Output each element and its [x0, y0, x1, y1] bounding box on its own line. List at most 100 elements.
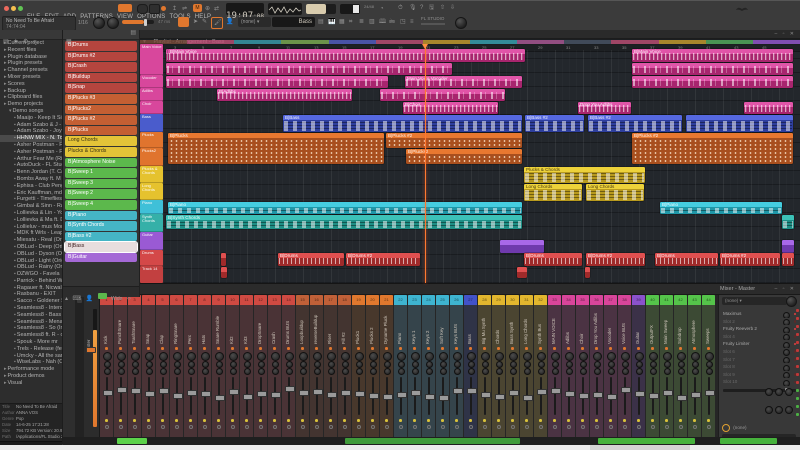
- strip-fader-handle[interactable]: [663, 390, 673, 396]
- pattern-name-display[interactable]: Bass: [272, 17, 315, 27]
- strip-mute-dot[interactable]: [455, 347, 458, 350]
- strip-fader-handle[interactable]: [523, 395, 533, 401]
- strip-route-dot[interactable]: [175, 425, 179, 429]
- strip-eq-knob[interactable]: [440, 368, 447, 375]
- pattern-pill[interactable]: B|Buildup: [65, 73, 137, 83]
- strip-pan-knob[interactable]: [285, 352, 294, 361]
- track-header[interactable]: Guitar: [140, 232, 163, 250]
- strip-fader-handle[interactable]: [215, 395, 225, 401]
- mixer-channel-strip[interactable]: 5Clap: [156, 295, 169, 438]
- pattern-pill[interactable]: B|Plucks #3: [65, 94, 137, 104]
- browser-item[interactable]: ▪Ragauer ft. Nicwal - Red Rain: [0, 285, 62, 292]
- browser-item[interactable]: ▪Rasbanu - EXIT: [0, 291, 62, 298]
- mixer-channel-strip[interactable]: 26Keys BUS: [450, 295, 463, 438]
- window-zoom-light[interactable]: [18, 6, 23, 11]
- strip-fader-handle[interactable]: [607, 394, 617, 400]
- strip-eq-knob[interactable]: [636, 368, 643, 375]
- pattern-pill[interactable]: Plucks & Chords: [65, 147, 137, 157]
- pattern-pill[interactable]: B|Synth Chords: [65, 221, 137, 231]
- playlist-clip[interactable]: B|Bass #2: [525, 115, 584, 132]
- strip-pan-knob[interactable]: [103, 352, 112, 361]
- strip-stereo-knob[interactable]: [566, 361, 573, 368]
- import-icon[interactable]: ⇩: [450, 5, 455, 11]
- playlist-clip[interactable]: Plucks & Chords: [524, 167, 645, 183]
- strip-eq-knob[interactable]: [510, 368, 517, 375]
- playlist-clip[interactable]: B|Main Voice: [168, 49, 525, 62]
- strip-mute-dot[interactable]: [175, 347, 178, 350]
- fx-slot[interactable]: Slot 6: [719, 348, 800, 356]
- strip-fader-track[interactable]: [162, 377, 164, 415]
- strip-mute-dot[interactable]: [637, 347, 640, 350]
- stop-button[interactable]: [149, 4, 160, 14]
- strip-pan-knob[interactable]: [131, 352, 140, 361]
- track-header[interactable]: Synth Chords: [140, 214, 163, 232]
- browser-item[interactable]: ▸Current project: [0, 40, 62, 47]
- strip-route-dot[interactable]: [343, 425, 347, 429]
- browser-item[interactable]: ▸Clipboard files: [0, 94, 62, 101]
- strip-stereo-knob[interactable]: [132, 361, 139, 368]
- strip-mute-dot[interactable]: [469, 347, 472, 350]
- strip-pan-knob[interactable]: [229, 352, 238, 361]
- browser-item[interactable]: ▪Furgetti - Timeflies: [0, 196, 62, 203]
- strip-pan-knob[interactable]: [677, 352, 686, 361]
- strip-mute-dot[interactable]: [581, 347, 584, 350]
- strip-eq-knob[interactable]: [482, 368, 489, 375]
- playlist-clip[interactable]: B|Plucks: [168, 133, 384, 164]
- strip-stereo-knob[interactable]: [174, 361, 181, 368]
- mixer-channel-strip[interactable]: 8Hats: [198, 295, 211, 438]
- mixer-channel-strip[interactable]: 2PunchSnare: [114, 295, 127, 438]
- strip-eq-knob[interactable]: [132, 368, 139, 375]
- strip-route-dot[interactable]: [119, 425, 123, 429]
- strip-eq-knob[interactable]: [272, 368, 279, 375]
- strip-mute-dot[interactable]: [693, 347, 696, 350]
- strip-stereo-knob[interactable]: [454, 361, 461, 368]
- save-icon[interactable]: 🖫: [429, 5, 434, 11]
- playlist-clip[interactable]: B|Drums: [524, 253, 582, 266]
- strip-stereo-knob[interactable]: [118, 361, 125, 368]
- strip-eq-knob[interactable]: [244, 368, 251, 375]
- strip-mute-dot[interactable]: [623, 347, 626, 350]
- strip-route-dot[interactable]: [511, 425, 515, 429]
- strip-stereo-knob[interactable]: [496, 361, 503, 368]
- strip-route-dot[interactable]: [707, 425, 711, 429]
- playlist-clip[interactable]: B|Plucks #2: [632, 133, 793, 164]
- playlist-clip[interactable]: Drop You Adlibs: [578, 102, 631, 114]
- strip-route-dot[interactable]: [427, 425, 431, 429]
- strip-fader-handle[interactable]: [341, 390, 351, 396]
- browser-item[interactable]: ▸Performance mode: [0, 366, 62, 373]
- time-display[interactable]: 19:07:08: [226, 3, 264, 15]
- playlist-clip[interactable]: [632, 63, 793, 75]
- playlist-clip[interactable]: B|Drums #2: [586, 253, 645, 266]
- picker-green-badge[interactable]: [98, 293, 107, 299]
- browser-item[interactable]: ▪HHNW MIX - N. To Be Afraid: [0, 135, 62, 142]
- browser-item[interactable]: ▸Recent files: [0, 47, 62, 54]
- fx-eq-knob[interactable]: [775, 406, 783, 414]
- strip-pan-knob[interactable]: [215, 352, 224, 361]
- strip-route-dot[interactable]: [147, 425, 151, 429]
- fx-slot[interactable]: Maximus: [719, 310, 800, 318]
- touch-controller-icon[interactable]: 🖮: [389, 19, 395, 25]
- strip-mute-dot[interactable]: [609, 347, 612, 350]
- strip-route-dot[interactable]: [581, 425, 585, 429]
- pattern-pill[interactable]: B|Crash: [65, 62, 137, 72]
- strip-route-dot[interactable]: [553, 425, 557, 429]
- playhead[interactable]: [425, 44, 426, 283]
- browser-item[interactable]: ▪Maaijo - Keep It Simple - 2015: [0, 115, 62, 122]
- strip-stereo-knob[interactable]: [244, 361, 251, 368]
- strip-fader-handle[interactable]: [691, 392, 701, 398]
- strip-mute-dot[interactable]: [105, 347, 108, 350]
- strip-fader-track[interactable]: [106, 377, 108, 415]
- strip-eq-knob[interactable]: [160, 368, 167, 375]
- strip-route-dot[interactable]: [385, 425, 389, 429]
- strip-fader-track[interactable]: [470, 377, 472, 415]
- fx-eq-knob[interactable]: [765, 388, 773, 396]
- strip-pan-knob[interactable]: [495, 352, 504, 361]
- strip-eq-knob[interactable]: [104, 368, 111, 375]
- pattern-pill[interactable]: B|Sweep 4: [65, 200, 137, 210]
- export-icon[interactable]: ⇧: [440, 5, 445, 11]
- mixer-channel-strip[interactable]: 32Synth Bus: [534, 295, 547, 438]
- paint-tool-button[interactable]: 🖌: [211, 17, 223, 29]
- strip-stereo-knob[interactable]: [440, 361, 447, 368]
- playlist-clip[interactable]: B|Main Voice: [632, 49, 793, 62]
- browser-item[interactable]: ▪Gimbal & Sinn - RawFi: [0, 203, 62, 210]
